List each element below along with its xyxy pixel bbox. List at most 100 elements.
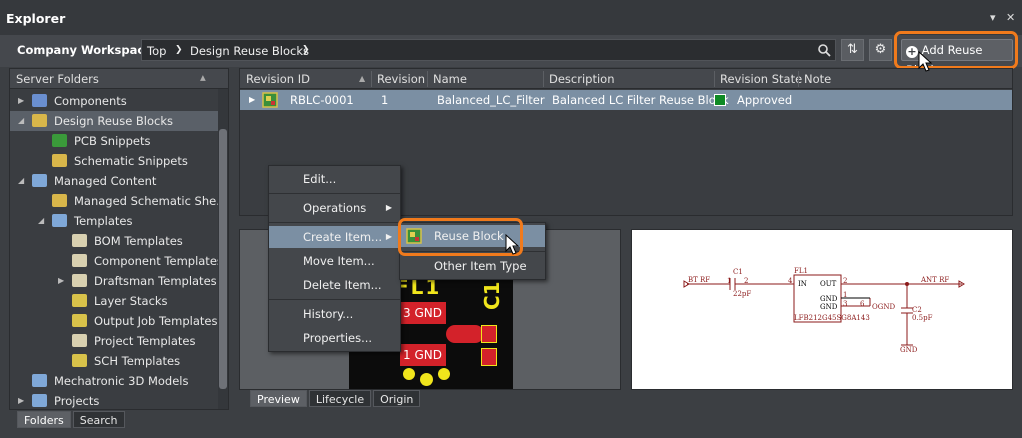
search-icon[interactable]	[818, 44, 831, 57]
tab-folders[interactable]: Folders	[17, 411, 71, 428]
tree-item-layer-stacks[interactable]: Layer Stacks	[10, 291, 218, 311]
sort-icon[interactable]: ▴	[200, 70, 206, 84]
menu-item-delete-item-label: Delete Item...	[303, 278, 382, 292]
menu-item-properties[interactable]: Properties...	[269, 327, 400, 349]
tree-item-bom-templates[interactable]: BOM Templates	[10, 231, 218, 251]
refresh-button[interactable]: ⇅	[841, 39, 864, 61]
pcb-via	[403, 368, 415, 380]
layer-stack-icon	[72, 294, 87, 307]
breadcrumb-top[interactable]: Top	[147, 44, 166, 58]
expand-arrow-icon[interactable]: ▶	[18, 91, 24, 111]
window-title: Explorer	[6, 11, 66, 26]
sch-pin-gnd1: GND	[820, 295, 838, 303]
tree-item-label: Draftsman Templates	[94, 274, 217, 288]
preview-tabs: Preview Lifecycle Origin	[250, 390, 421, 407]
project-template-icon	[72, 334, 87, 347]
close-icon[interactable]: ✕	[1006, 11, 1015, 24]
sch-c1-pin2: 2	[744, 277, 749, 285]
menu-item-operations[interactable]: Operations ▶	[269, 197, 400, 219]
cell-revision: 1	[381, 93, 389, 107]
tree-item-components[interactable]: ▶ Components	[10, 91, 218, 111]
tree-item-label: Component Templates	[94, 254, 218, 268]
collapse-arrow-icon[interactable]: ◢	[18, 171, 24, 191]
expand-arrow-icon[interactable]: ▶	[18, 391, 24, 409]
schematic-snippet-icon	[52, 154, 67, 167]
folder-tree: ▶ Components ◢ Design Reuse Blocks PCB Snipp…	[10, 89, 218, 409]
tab-preview[interactable]: Preview	[250, 390, 307, 407]
workspace-selector[interactable]: Company Workspace ▾	[17, 43, 160, 57]
pcb-pad-3-gnd: 3 GND	[400, 302, 446, 324]
sch-part-number: LFB212G45SG8A143	[794, 314, 870, 322]
tree-item-managed-content[interactable]: ◢ Managed Content	[10, 171, 218, 191]
tree-item-projects[interactable]: ▶ Projects	[10, 391, 218, 409]
sch-pin-gnd2: GND	[820, 303, 838, 311]
tree-item-project-templates[interactable]: Project Templates	[10, 331, 218, 351]
path-bar: Company Workspace ▾ Top ❯ Design Reuse B…	[0, 31, 1022, 77]
workspace-label: Company Workspace	[17, 43, 152, 57]
tree-item-design-reuse-blocks[interactable]: ◢ Design Reuse Blocks	[10, 111, 218, 131]
column-revision[interactable]: Revision	[377, 72, 425, 86]
pcb-pad-c1a	[481, 325, 497, 343]
menu-item-create-item-label: Create Item...	[303, 230, 383, 244]
tree-item-mechatronic-3d-models[interactable]: Mechatronic 3D Models	[10, 371, 218, 391]
menu-item-edit[interactable]: Edit...	[269, 168, 400, 190]
breadcrumb-design-reuse-blocks[interactable]: Design Reuse Blocks	[190, 44, 309, 58]
submenu-item-other-label: Other Item Type	[434, 259, 527, 273]
sch-fl1-pin3: 3	[843, 300, 848, 308]
server-folders-panel: Server Folders ▴ ▶ Components ◢ Design Reus…	[9, 68, 229, 410]
server-folders-header: Server Folders ▴	[10, 69, 228, 89]
sort-asc-icon: ▲	[359, 74, 366, 83]
highlight-add-button	[894, 31, 1018, 69]
collapse-arrow-icon[interactable]: ◢	[38, 211, 44, 231]
settings-button[interactable]: ⚙	[869, 39, 892, 61]
sch-fl1-pin2: 2	[843, 277, 848, 285]
sch-c1: C1	[733, 268, 743, 276]
sch-pin-out: OUT	[820, 280, 837, 288]
tree-item-managed-schematic-she[interactable]: Managed Schematic She...	[10, 191, 218, 211]
scrollbar[interactable]	[218, 89, 228, 409]
tree-item-label: Projects	[54, 394, 100, 408]
pcb-snippet-icon	[52, 134, 67, 147]
tree-item-schematic-snippets[interactable]: Schematic Snippets	[10, 151, 218, 171]
column-name[interactable]: Name	[433, 72, 467, 86]
menu-item-delete-item[interactable]: Delete Item...	[269, 274, 400, 296]
component-template-icon	[72, 254, 87, 267]
tab-origin[interactable]: Origin	[373, 390, 421, 407]
tree-item-output-job-templates[interactable]: Output Job Templates	[10, 311, 218, 331]
bom-template-icon	[72, 234, 87, 247]
pin-dropdown-icon[interactable]: ▾	[990, 11, 996, 24]
menu-item-create-item[interactable]: Create Item... ▶	[269, 226, 400, 248]
approved-state-swatch	[714, 94, 726, 106]
menu-item-move-item-label: Move Item...	[303, 254, 375, 268]
column-revision-state[interactable]: Revision State	[720, 72, 802, 86]
cell-revision-id: RBLC-0001	[290, 93, 354, 107]
pcb-trace	[446, 325, 484, 343]
cell-description: Balanced LC Filter Reuse Block	[552, 93, 729, 107]
draftsman-template-icon	[72, 274, 87, 287]
tree-item-pcb-snippets[interactable]: PCB Snippets	[10, 131, 218, 151]
sch-pin-in: IN	[798, 280, 807, 288]
submenu-item-other-item-type[interactable]: Other Item Type	[400, 255, 545, 277]
expand-arrow-icon[interactable]: ▶	[58, 271, 64, 291]
column-description[interactable]: Description	[549, 72, 615, 86]
output-job-icon	[72, 314, 87, 327]
tree-item-component-templates[interactable]: Component Templates	[10, 251, 218, 271]
tree-item-sch-templates[interactable]: SCH Templates	[10, 351, 218, 371]
menu-item-move-item[interactable]: Move Item...	[269, 250, 400, 272]
tree-item-label: BOM Templates	[94, 234, 183, 248]
menu-item-history[interactable]: History...	[269, 303, 400, 325]
tree-item-templates[interactable]: ◢ Templates	[10, 211, 218, 231]
row-expander-icon[interactable]: ▶	[249, 95, 255, 104]
breadcrumb[interactable]: Top ❯ Design Reuse Blocks ❯	[141, 39, 836, 61]
column-revision-id[interactable]: Revision ID	[246, 72, 310, 86]
tab-lifecycle[interactable]: Lifecycle	[308, 390, 372, 407]
table-row[interactable]: ▶ RBLC-0001 1 Balanced_LC_Filter Balance…	[240, 90, 1012, 110]
scrollbar-thumb[interactable]	[219, 129, 227, 389]
tab-search[interactable]: Search	[72, 411, 125, 428]
collapse-arrow-icon[interactable]: ◢	[18, 111, 24, 131]
sch-fl1-pin4: 4	[788, 277, 793, 285]
reuse-block-icon	[262, 92, 278, 108]
tree-item-label: SCH Templates	[94, 354, 181, 368]
column-note[interactable]: Note	[804, 72, 831, 86]
tree-item-draftsman-templates[interactable]: ▶ Draftsman Templates	[10, 271, 218, 291]
